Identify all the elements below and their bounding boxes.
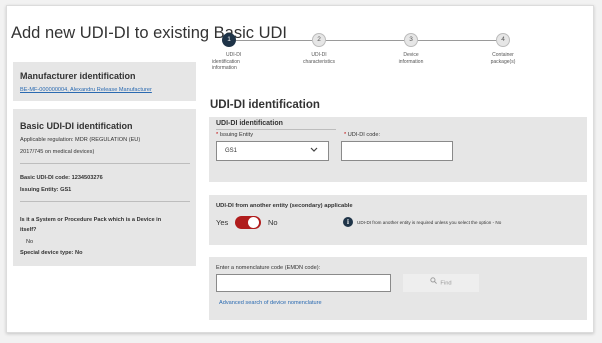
nomenclature-input[interactable] — [216, 274, 391, 292]
secondary-heading: UDI-DI from another entity (secondary) a… — [216, 203, 353, 209]
step-1-label: UDI-DI identification information — [212, 52, 262, 72]
panel-heading: UDI-DI identification — [216, 120, 283, 127]
secondary-info-text: UDI-DI from another entity is required u… — [357, 220, 502, 225]
toggle-knob — [248, 217, 259, 228]
secondary-toggle[interactable] — [235, 216, 261, 229]
issuing-entity-label-text: Issuing Entity — [219, 132, 254, 138]
card-divider — [20, 201, 190, 202]
regulation-text: Applicable regulation: MDR (REGULATION (… — [20, 137, 141, 143]
step-4-label-line: package(s) — [490, 58, 516, 65]
panel-heading-underline — [216, 129, 336, 130]
regulation-text-cont: 2017/745 on medical devices) — [20, 149, 95, 155]
yes-label: Yes — [216, 218, 229, 227]
no-label: No — [268, 218, 278, 227]
find-label: Find — [440, 280, 452, 287]
nomenclature-label: Enter a nomenclature code (EMDN code): — [216, 265, 321, 271]
search-icon — [430, 274, 438, 292]
step-3-circle[interactable]: 3 — [404, 33, 418, 47]
required-marker: * — [344, 132, 347, 138]
step-2-label-line: characteristics — [303, 58, 335, 65]
system-pack-answer: No — [26, 239, 34, 245]
issuing-entity-label: * Issuing Entity — [216, 132, 253, 138]
system-pack-question: Is it a System or Procedure Pack which i… — [20, 217, 162, 223]
info-icon: i — [343, 217, 353, 227]
basic-udi-card: Basic UDI-DI identification Applicable r… — [13, 109, 196, 266]
required-marker: * — [216, 132, 219, 138]
udi-di-code-input[interactable] — [341, 141, 453, 161]
advanced-search-link[interactable]: Advanced search of device nomenclature — [219, 300, 322, 306]
step-4-label: Container package(s) — [478, 52, 528, 65]
issuing-entity-select[interactable]: GS1 — [216, 141, 329, 161]
issuing-entity-text: Issuing Entity: GS1 — [20, 187, 72, 193]
issuing-entity-value: GS1 — [225, 148, 238, 154]
step-3-label: Device information — [386, 52, 436, 65]
step-2-circle[interactable]: 2 — [312, 33, 326, 47]
udi-identification-panel: UDI-DI identification * Issuing Entity G… — [209, 117, 587, 182]
step-connector — [326, 40, 404, 41]
step-2-label: UDI-DI characteristics — [294, 52, 344, 65]
udi-di-code-label: * UDI-DI code: — [344, 132, 380, 138]
basic-udi-heading: Basic UDI-DI identification — [20, 121, 133, 131]
step-1-label-line: information — [212, 65, 237, 71]
step-1-circle[interactable]: 1 — [222, 33, 236, 47]
secondary-entity-panel: UDI-DI from another entity (secondary) a… — [209, 195, 587, 245]
manufacturer-heading: Manufacturer identification — [20, 71, 136, 81]
step-4-circle[interactable]: 4 — [496, 33, 510, 47]
find-button[interactable]: Find — [403, 274, 479, 292]
chevron-down-icon — [310, 147, 318, 155]
system-pack-question-cont: itself? — [20, 227, 37, 233]
card-divider — [20, 163, 190, 164]
step-connector — [418, 40, 496, 41]
udi-di-code-label-text: UDI-DI code: — [347, 132, 381, 138]
section-title: UDI-DI identification — [210, 99, 320, 111]
manufacturer-link[interactable]: BE-MF-000000004, Alexandru Release Manuf… — [20, 87, 152, 93]
step-connector — [236, 40, 312, 41]
manufacturer-card: Manufacturer identification BE-MF-000000… — [13, 62, 196, 101]
step-3-label-line: information — [398, 58, 424, 65]
basic-udi-code: Basic UDI-DI code: 1234503276 — [20, 175, 103, 181]
nomenclature-panel: Enter a nomenclature code (EMDN code): F… — [209, 257, 587, 320]
special-device-type: Special device type: No — [20, 250, 83, 256]
